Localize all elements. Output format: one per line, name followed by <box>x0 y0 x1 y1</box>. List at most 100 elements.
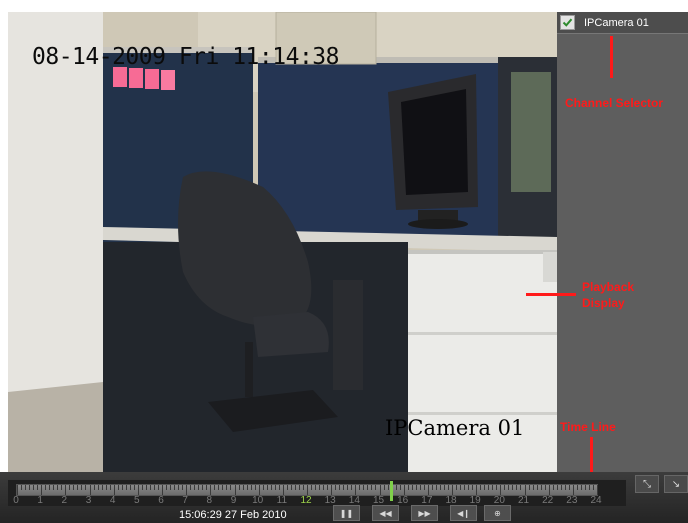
hour-label: 5 <box>134 495 140 506</box>
timeline-tick <box>528 485 530 490</box>
zoom-button[interactable]: ⊕ <box>484 505 511 521</box>
timeline-tick <box>214 485 216 490</box>
timeline-tick <box>254 485 256 490</box>
timeline-tick <box>480 485 482 490</box>
timeline-tick <box>359 485 361 490</box>
timeline-tick <box>129 485 131 490</box>
timeline-tick <box>536 485 538 490</box>
timeline-tick <box>242 485 244 490</box>
collapse-button[interactable]: ⤡ <box>635 475 659 493</box>
timeline-tick <box>45 485 47 490</box>
timeline-tick <box>266 485 268 490</box>
timeline[interactable]: 0 1 2 3 4 5 6 7 8 9 10 11 12 13 14 15 16 17 18 19 20 21 22 23 24 <box>8 480 626 506</box>
timeline-tick <box>93 485 95 490</box>
timeline-tick <box>548 485 550 495</box>
timeline-tick <box>435 485 437 490</box>
timeline-tick <box>210 485 212 495</box>
pause-button[interactable]: ❚❚ <box>333 505 360 521</box>
step-back-button[interactable]: ◀❙ <box>450 505 477 521</box>
timeline-tick <box>395 485 397 490</box>
timeline-tick <box>278 485 280 490</box>
forward-button[interactable]: ▶▶ <box>411 505 438 521</box>
timeline-tick <box>472 485 474 490</box>
timeline-tick <box>238 485 240 490</box>
timeline-tick <box>230 485 232 490</box>
timeline-tick <box>375 485 377 490</box>
timeline-tick <box>69 485 71 490</box>
timeline-tick <box>371 485 373 490</box>
timeline-tick <box>456 485 458 490</box>
timeline-tick <box>202 485 204 490</box>
timeline-tick <box>77 485 79 490</box>
timeline-tick <box>568 485 570 490</box>
annotation-time-line: Time Line <box>560 420 616 434</box>
hour-label: 21 <box>517 495 530 506</box>
timeline-tick <box>576 485 578 490</box>
timeline-cursor[interactable] <box>390 481 393 501</box>
camera-frame <box>8 12 557 472</box>
timeline-tick <box>290 485 292 490</box>
timeline-tick <box>379 485 381 495</box>
timeline-tick <box>57 485 59 490</box>
timeline-tick <box>25 485 27 490</box>
hour-label: 8 <box>206 495 213 506</box>
timeline-tick <box>311 485 313 490</box>
timeline-tick <box>411 485 413 490</box>
timeline-tick <box>496 485 498 490</box>
timeline-tick <box>274 485 276 490</box>
timeline-tick <box>41 485 43 495</box>
timeline-tick <box>339 485 341 490</box>
timeline-tick <box>363 485 365 490</box>
timeline-tick <box>544 485 546 490</box>
timeline-tick <box>403 485 405 495</box>
hour-label: 11 <box>276 495 288 506</box>
playback-display[interactable]: 08-14-2009 Fri 11:14:38 IPCamera 01 <box>8 12 557 472</box>
hour-label: 7 <box>182 495 188 506</box>
rewind-button[interactable]: ◀◀ <box>372 505 399 521</box>
channel-checkbox[interactable] <box>560 15 575 30</box>
timeline-tick <box>592 485 594 490</box>
channel-item[interactable]: IPCamera 01 <box>557 12 688 34</box>
timeline-tick <box>29 485 31 490</box>
timeline-tick <box>419 485 421 490</box>
hour-label: 24 <box>590 495 602 506</box>
timeline-tick <box>17 485 18 495</box>
timeline-bar: 0 1 2 3 4 5 6 7 8 9 10 11 12 13 14 15 16 17 18 19 20 21 22 23 24… <box>0 472 688 523</box>
timeline-tick <box>516 485 518 490</box>
timeline-tick <box>512 485 514 490</box>
timeline-tick <box>85 485 87 490</box>
osd-datetime: 08-14-2009 Fri 11:14:38 <box>32 44 340 70</box>
timeline-tick <box>53 485 55 490</box>
hour-label: 0 <box>13 495 19 506</box>
timeline-tick <box>431 485 433 490</box>
annotation-channel-selector: Channel Selector <box>565 96 664 110</box>
hour-label: 12 <box>300 495 312 506</box>
timeline-tick <box>162 485 163 495</box>
timeline-tick <box>399 485 401 490</box>
timeline-tick <box>145 485 147 490</box>
timeline-tick <box>504 485 506 490</box>
osd-camera-label: IPCamera 01 <box>385 416 525 440</box>
hour-label: 4 <box>109 495 116 506</box>
hour-label: 3 <box>85 495 92 506</box>
timeline-tick <box>286 485 288 490</box>
channel-label: IPCamera 01 <box>584 16 649 29</box>
timeline-tick <box>270 485 272 490</box>
timeline-tick <box>351 485 353 490</box>
timeline-tick <box>294 485 296 490</box>
timeline-tick <box>105 485 107 490</box>
timeline-tick <box>427 485 429 495</box>
expand-button[interactable]: ↘ <box>664 475 688 493</box>
hour-label: 22 <box>542 495 554 506</box>
channel-panel: IPCamera 01 <box>557 12 688 472</box>
annotation-playback-line1: Playback <box>582 280 635 294</box>
timeline-tick <box>97 485 99 490</box>
timeline-tick <box>101 485 103 490</box>
timeline-tick <box>597 485 598 495</box>
timeline-tick <box>484 485 486 490</box>
rewind-icon: ◀◀ <box>379 508 392 518</box>
timeline-tick <box>447 485 449 490</box>
timeline-tick <box>182 485 184 490</box>
zoom-icon: ⊕ <box>494 508 501 518</box>
timeline-tick <box>452 485 453 495</box>
